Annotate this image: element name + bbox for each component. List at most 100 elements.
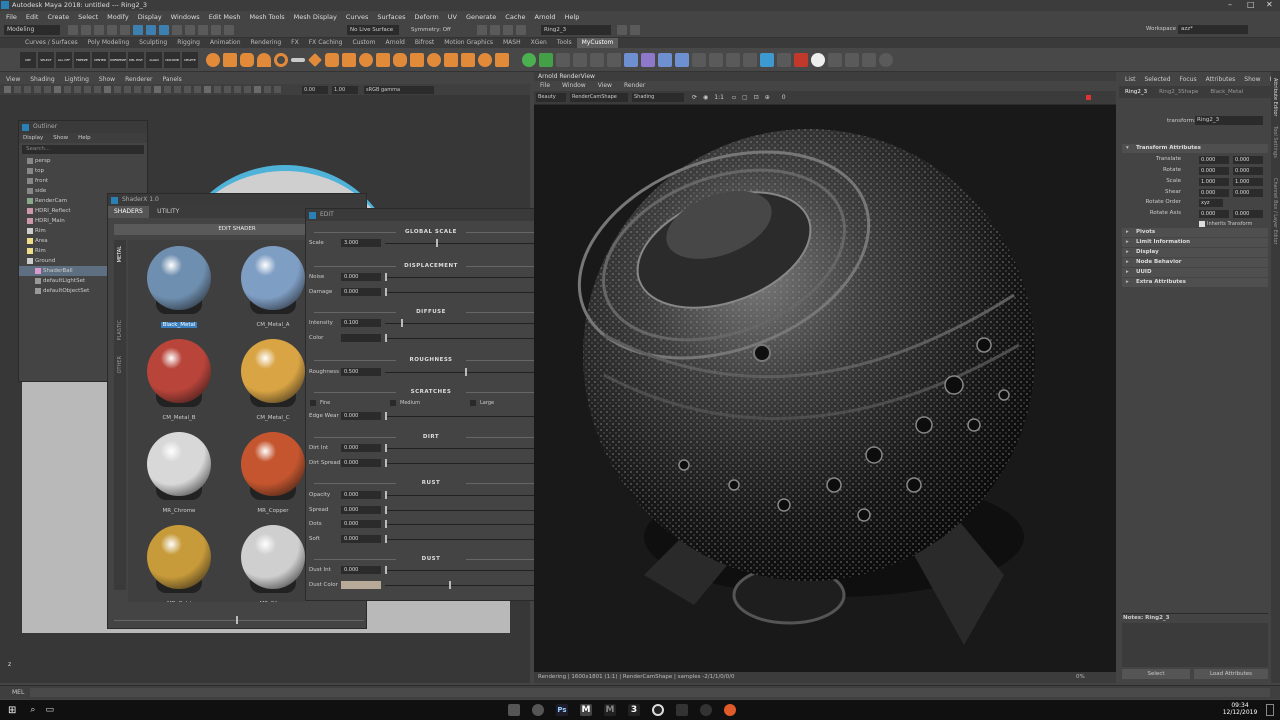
- poly-pipe-icon[interactable]: [376, 52, 390, 67]
- menu-curves[interactable]: Curves: [346, 13, 369, 21]
- minimize-icon[interactable]: –: [1228, 0, 1232, 9]
- refresh-icon[interactable]: ⟳: [692, 94, 697, 101]
- live-surface-field[interactable]: No Live Surface: [347, 24, 399, 35]
- param-slider-track[interactable]: [385, 570, 545, 571]
- menu-mesh-tools[interactable]: Mesh Tools: [249, 13, 284, 21]
- separate-icon[interactable]: [556, 52, 570, 67]
- bevel-icon[interactable]: [624, 52, 638, 67]
- viewport-menu-show[interactable]: Show: [99, 76, 115, 83]
- viewport-tool-22-icon[interactable]: [214, 86, 221, 93]
- poly-plane-icon[interactable]: [291, 57, 305, 62]
- param-slider-knob[interactable]: [385, 334, 387, 342]
- poly-gear-icon[interactable]: [410, 52, 424, 67]
- shelf-tab-motion-graphics[interactable]: Motion Graphics: [439, 38, 498, 48]
- param-slider-knob[interactable]: [401, 319, 403, 327]
- shelf-button-freeze[interactable]: FREEZE: [74, 51, 90, 68]
- menu-mesh-display[interactable]: Mesh Display: [294, 13, 337, 21]
- zoom-ratio[interactable]: 1:1: [714, 94, 724, 101]
- attr-section-extra-attributes[interactable]: Extra Attributes: [1122, 278, 1268, 287]
- param-value[interactable]: 0.000: [341, 506, 381, 514]
- play-icon[interactable]: [709, 52, 723, 67]
- viewport-tool-12-icon[interactable]: [114, 86, 121, 93]
- param-dots[interactable]: Dots 0.000: [309, 520, 553, 530]
- shelf-tab-arnold[interactable]: Arnold: [380, 38, 409, 48]
- app-figure-icon[interactable]: [675, 704, 688, 716]
- menu-help[interactable]: Help: [565, 13, 580, 21]
- shelf-tab-fx[interactable]: FX: [286, 38, 304, 48]
- param-slider-knob[interactable]: [385, 520, 387, 528]
- load-attributes-button[interactable]: Load Attributes: [1194, 669, 1268, 679]
- curve-tool-icon[interactable]: [760, 52, 774, 67]
- param-value[interactable]: 3.000: [341, 239, 381, 247]
- photoshop-icon[interactable]: Ps: [555, 704, 568, 716]
- rotate-axis-z[interactable]: 0.000: [1233, 210, 1263, 218]
- param-slider-knob[interactable]: [385, 566, 387, 574]
- object-name-field[interactable]: Ring2_3: [541, 24, 611, 35]
- param-damage[interactable]: Damage 0.000: [309, 288, 553, 298]
- mirror-icon[interactable]: [590, 52, 604, 67]
- viewport-tool-4-icon[interactable]: [34, 86, 41, 93]
- viewport-tool-16-icon[interactable]: [154, 86, 161, 93]
- attr-menu-attributes[interactable]: Attributes: [1206, 76, 1236, 83]
- maya-secondary-icon[interactable]: M: [603, 704, 616, 716]
- param-value[interactable]: 0.000: [341, 273, 381, 281]
- renderview-menu-render[interactable]: Render: [624, 81, 645, 91]
- shelf-tab-bifrost[interactable]: Bifrost: [410, 38, 439, 48]
- param-slider-track[interactable]: [385, 243, 545, 244]
- tab-metal[interactable]: METAL: [117, 246, 123, 262]
- param-dirt-spread[interactable]: Dirt Spread 0.000: [309, 459, 553, 469]
- shelf-tab-rendering[interactable]: Rendering: [246, 38, 287, 48]
- warning-icon[interactable]: [845, 52, 859, 67]
- box-icon[interactable]: [862, 52, 876, 67]
- viewport-tool-7-icon[interactable]: [64, 86, 71, 93]
- attr-section-pivots[interactable]: Pivots: [1122, 228, 1268, 237]
- param-slider-knob[interactable]: [436, 239, 439, 247]
- param-noise[interactable]: Noise 0.000: [309, 273, 553, 283]
- menu-uv[interactable]: UV: [448, 13, 457, 21]
- pin-icon[interactable]: [777, 52, 791, 67]
- attr-section-uuid[interactable]: UUID: [1122, 268, 1268, 277]
- attr-section-node-behavior[interactable]: Node Behavior: [1122, 258, 1268, 267]
- attr-value-field[interactable]: 0.000: [1199, 189, 1229, 197]
- poly-text-icon[interactable]: [495, 52, 509, 67]
- param-slider-knob[interactable]: [385, 273, 387, 281]
- param-slider-track[interactable]: [385, 416, 545, 417]
- tab-utility[interactable]: UTILITY: [151, 206, 185, 218]
- scratch-checkbox[interactable]: [310, 400, 316, 406]
- poly-pyramid-icon[interactable]: [342, 52, 356, 67]
- viewport-tool-23-icon[interactable]: [224, 86, 231, 93]
- param-value[interactable]: 0.000: [341, 444, 381, 452]
- shelf-tab-rigging[interactable]: Rigging: [172, 38, 205, 48]
- viewport-tool-15-icon[interactable]: [144, 86, 151, 93]
- shelf-tab-animation[interactable]: Animation: [205, 38, 246, 48]
- renderview-menu-file[interactable]: File: [540, 81, 550, 91]
- param-value[interactable]: 0.000: [341, 288, 381, 296]
- scratch-option-medium[interactable]: Medium: [390, 400, 470, 406]
- taskbar-clock[interactable]: 09:34 12/12/2019: [1220, 702, 1260, 716]
- poly-superellipse-icon[interactable]: [427, 52, 441, 67]
- param-roughness[interactable]: Roughness 0.500: [309, 368, 553, 378]
- green-sphere-icon[interactable]: [522, 52, 536, 67]
- shader-swatch[interactable]: CM_Metal_C: [240, 339, 306, 421]
- rotate-order-dropdown[interactable]: xyz: [1199, 199, 1223, 207]
- frame-field[interactable]: 0: [782, 94, 786, 101]
- lock-icon[interactable]: ⊡: [754, 94, 759, 101]
- record-app-icon[interactable]: [723, 704, 736, 716]
- shading-dropdown[interactable]: Shading: [632, 93, 684, 102]
- select-button[interactable]: Select: [1122, 669, 1190, 679]
- param-slider-knob[interactable]: [465, 368, 467, 376]
- shelf-button-select[interactable]: SELECT: [38, 51, 54, 68]
- render-canvas[interactable]: [534, 105, 1116, 672]
- viewport-menu-lighting[interactable]: Lighting: [65, 76, 89, 83]
- snap-curve-icon[interactable]: [185, 24, 195, 35]
- attr-value-field[interactable]: 0.000: [1233, 156, 1263, 164]
- shader-swatch[interactable]: CM_Metal_B: [146, 339, 212, 421]
- viewport-tool-19-icon[interactable]: [184, 86, 191, 93]
- camera-dropdown[interactable]: RenderCamShape: [570, 93, 628, 102]
- viewport-tool-13-icon[interactable]: [124, 86, 131, 93]
- combine-icon[interactable]: [539, 52, 553, 67]
- shelf-button-delete[interactable]: DELETE: [182, 51, 198, 68]
- poly-prism-icon[interactable]: [325, 52, 339, 67]
- poly-soccer-icon[interactable]: [359, 52, 373, 67]
- param-slider-knob[interactable]: [385, 412, 387, 420]
